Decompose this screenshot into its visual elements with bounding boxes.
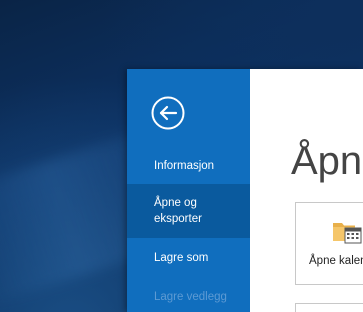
- open-calendar-tile[interactable]: Åpne kalender: [295, 202, 363, 285]
- outlook-backstage-window: Informasjon Åpne og eksporter Lagre som …: [127, 69, 363, 312]
- arrow-left-circle-icon: [151, 96, 185, 130]
- calendar-folder-icon: [333, 223, 362, 244]
- nav-item-label: Lagre som: [154, 252, 209, 264]
- back-button[interactable]: [151, 96, 185, 130]
- tile-label: Åpne kalender: [309, 255, 363, 267]
- nav-item-label: Lagre vedlegg: [154, 291, 227, 303]
- backstage-nav: Informasjon Åpne og eksporter Lagre som …: [127, 69, 250, 312]
- nav-item-label: Informasjon: [154, 160, 215, 172]
- second-tile[interactable]: [295, 303, 363, 312]
- nav-item-informasjon[interactable]: Informasjon: [127, 158, 250, 174]
- backstage-content: Åpne og eksporter Åpne kalender: [250, 69, 363, 312]
- nav-item-lagre-som[interactable]: Lagre som: [127, 250, 250, 266]
- nav-item-label: Åpne og eksporter: [154, 197, 202, 225]
- nav-item-apne-og-eksporter[interactable]: Åpne og eksporter: [127, 184, 250, 238]
- page-title: Åpne og eksporter: [291, 139, 363, 183]
- nav-item-lagre-vedlegg: Lagre vedlegg: [127, 289, 250, 305]
